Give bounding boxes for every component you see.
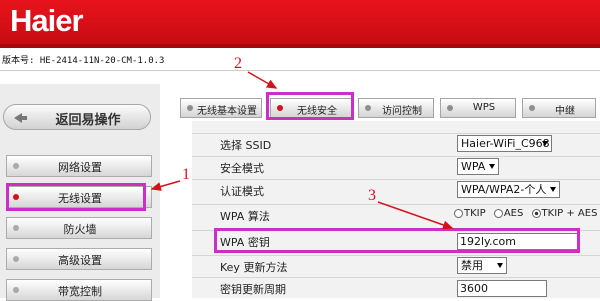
- tab-access-control[interactable]: 访问控制: [358, 98, 434, 118]
- tab-repeater[interactable]: 中继: [522, 98, 596, 118]
- tab-label: 无线基本设置: [197, 106, 257, 117]
- tab-label: 中继: [555, 106, 575, 117]
- key-update-method-value: 禁用: [461, 259, 483, 272]
- auth-mode-select[interactable]: WPA/WPA2-个人: [457, 181, 560, 198]
- radio-icon: [454, 208, 463, 218]
- key-update-method-select[interactable]: 禁用: [457, 257, 507, 274]
- header-bottom-bar: [0, 44, 600, 48]
- annotation-number-3: 3: [368, 187, 376, 204]
- sidebar-item-label: 防火墙: [63, 223, 97, 236]
- return-easy-mode-button[interactable]: 返回易操作: [3, 104, 151, 130]
- back-arrow-icon-tail: [21, 116, 27, 120]
- radio-tkip-label: TKIP: [464, 208, 486, 219]
- form-row-ssid: 选择 SSID Haier-WiFi_C968: [192, 133, 600, 154]
- sidebar-item-firewall[interactable]: 防火墙: [6, 217, 152, 239]
- wpa-algorithm-radio-group: TKIP AES TKIP + AES: [454, 208, 600, 219]
- form-row-security-mode: 安全模式 WPA: [192, 156, 600, 177]
- bullet-icon: [187, 105, 193, 111]
- arrow-step-2: [247, 71, 278, 89]
- sidebar-item-label: 带宽控制: [58, 285, 102, 298]
- tab-wireless-basic[interactable]: 无线基本设置: [180, 98, 262, 118]
- security-mode-select[interactable]: WPA: [457, 158, 499, 175]
- radio-icon: [493, 208, 503, 218]
- radio-aes[interactable]: AES: [493, 208, 524, 219]
- annotation-highlight-wpa-key: [214, 228, 580, 253]
- dropdown-caret-icon: [542, 141, 548, 146]
- sidebar-item-advanced[interactable]: 高级设置: [6, 248, 152, 270]
- security-mode-value: WPA: [461, 160, 486, 173]
- annotation-number-1: 1: [182, 166, 190, 183]
- dropdown-caret-icon: [497, 263, 503, 268]
- form-row-key-update-period: 密钥更新周期 3600: [192, 277, 600, 298]
- radio-tkip-aes[interactable]: TKIP + AES: [531, 208, 598, 219]
- annotation-highlight-wireless: [6, 183, 146, 211]
- tab-wps[interactable]: WPS: [440, 98, 516, 118]
- radio-aes-label: AES: [503, 208, 524, 219]
- sidebar-item-label: 高级设置: [58, 254, 102, 267]
- bullet-icon: [529, 105, 535, 111]
- ssid-label: 选择 SSID: [220, 139, 272, 152]
- auth-mode-label: 认证模式: [220, 185, 264, 198]
- wpa-algorithm-label: WPA 算法: [220, 210, 270, 223]
- auth-mode-value: WPA/WPA2-个人: [461, 183, 547, 196]
- annotation-highlight-security-tab: [266, 92, 354, 120]
- ssid-select[interactable]: Haier-WiFi_C968: [457, 135, 552, 152]
- top-header: Haier: [0, 0, 600, 48]
- sidebar-item-network[interactable]: 网络设置: [6, 155, 152, 177]
- tab-bar: 无线基本设置 无线安全 访问控制 WPS 中继: [176, 95, 600, 119]
- bullet-icon: [447, 105, 453, 111]
- form-row-key-update-method: Key 更新方法 禁用: [192, 255, 600, 276]
- radio-checked-icon: [531, 208, 541, 218]
- ssid-value: Haier-WiFi_C968: [461, 137, 550, 150]
- bullet-icon: [365, 105, 371, 111]
- key-update-method-label: Key 更新方法: [220, 261, 288, 274]
- radio-tkip[interactable]: TKIP: [454, 208, 486, 219]
- divider: [0, 70, 600, 71]
- firmware-version: 版本号: HE-2414-11N-20-CM-1.0.3: [2, 56, 165, 66]
- key-update-period-label: 密钥更新周期: [220, 283, 286, 296]
- return-button-label: 返回易操作: [55, 113, 121, 128]
- tab-label: 访问控制: [382, 106, 422, 117]
- dropdown-caret-icon: [489, 164, 495, 169]
- dropdown-caret-icon: [550, 187, 556, 192]
- form-row-wpa-algorithm: WPA 算法 TKIP AES TKIP + AES: [192, 204, 600, 225]
- security-mode-label: 安全模式: [220, 162, 264, 175]
- radio-tkip-aes-label: TKIP + AES: [541, 208, 598, 219]
- key-update-period-input[interactable]: 3600: [457, 280, 547, 297]
- sidebar-item-label: 网络设置: [58, 161, 102, 174]
- tab-label: WPS: [472, 102, 496, 113]
- form-row-auth-mode: 认证模式 WPA/WPA2-个人: [192, 179, 600, 200]
- haier-logo: Haier: [10, 3, 84, 38]
- annotation-number-2: 2: [234, 55, 242, 72]
